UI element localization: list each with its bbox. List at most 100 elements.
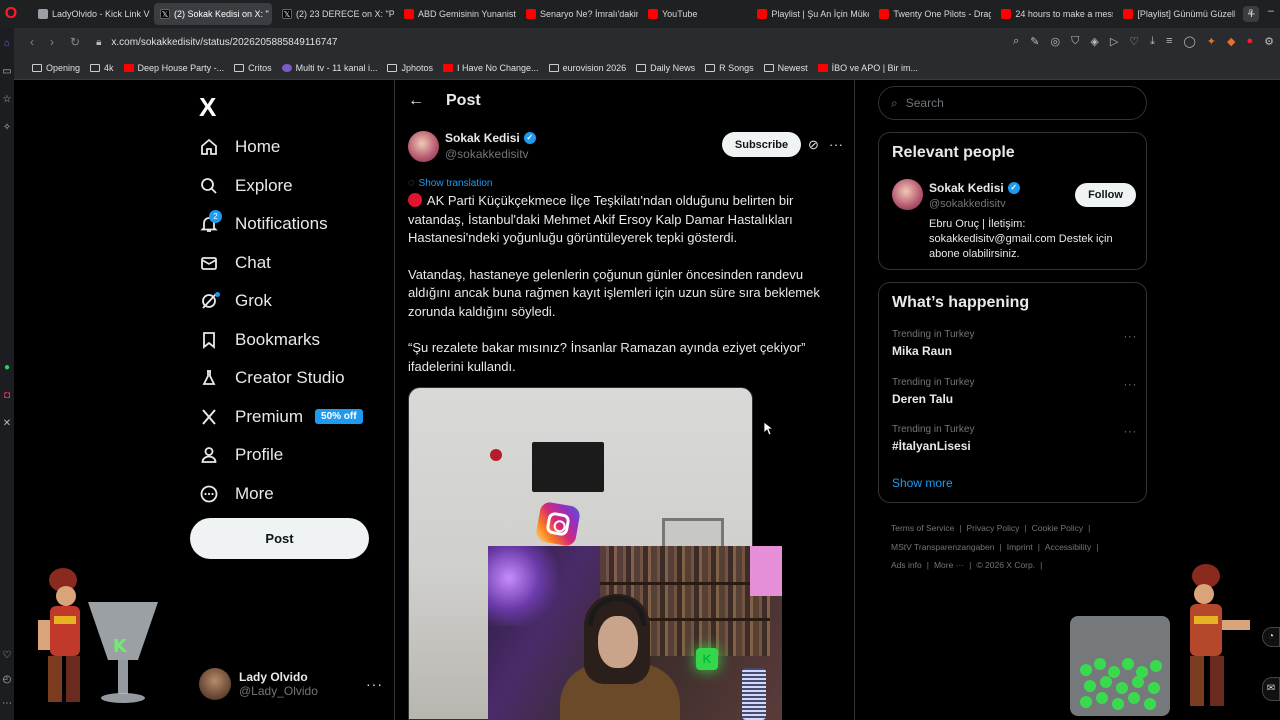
sidebar-item-label[interactable]: Bookmarks — [235, 330, 320, 350]
browser-tab[interactable]: YouTube — [642, 3, 703, 25]
back-icon[interactable]: ‹ — [30, 35, 34, 49]
post-button[interactable]: Post — [190, 518, 369, 559]
person-name-text[interactable]: Sokak Kedisi — [929, 181, 1004, 195]
home-icon[interactable]: ⌂ — [1, 38, 13, 50]
tab-search-icon[interactable]: ⌕ — [1248, 5, 1254, 18]
sidebar-item-notifications[interactable]: Notifications 2 — [199, 205, 363, 244]
history-icon[interactable]: ◴ — [1, 674, 13, 686]
search-box[interactable]: ⌕ — [878, 86, 1147, 120]
settings-icon[interactable]: ⚙ — [1264, 35, 1274, 48]
menu-icon[interactable]: ≡ — [1166, 35, 1172, 48]
brave-icon[interactable]: ◆ — [1227, 35, 1235, 48]
bookmark-item[interactable]: Multi tv - 11 kanal i... — [281, 63, 378, 73]
x-app-icon[interactable]: ✕ — [1, 418, 13, 430]
bookmark-label[interactable]: eurovision 2026 — [563, 63, 627, 73]
grok-icon[interactable]: ⊘ — [808, 137, 819, 153]
sidebar-item-label[interactable]: Creator Studio — [235, 368, 345, 388]
browser-tab-label[interactable]: LadyOlvido - Kick Link Vie — [52, 9, 150, 19]
bookmark-item[interactable]: Newest — [763, 63, 808, 73]
browser-tab-label[interactable]: YouTube — [662, 9, 697, 19]
camera-icon[interactable]: ◎ — [1051, 35, 1061, 48]
bookmark-item[interactable]: Jphotos — [387, 63, 433, 73]
follow-button[interactable]: Follow — [1075, 183, 1136, 207]
heart-icon[interactable]: ♡ — [1129, 35, 1139, 48]
browser-tab[interactable]: Senaryo Ne? İmralı'dakin — [520, 3, 638, 25]
opera-logo-icon[interactable]: O — [0, 0, 22, 28]
footer-link[interactable]: Ads info — [891, 560, 922, 570]
download-icon[interactable]: ⤓ — [1150, 35, 1155, 48]
author-name-text[interactable]: Sokak Kedisi — [445, 131, 520, 145]
author-handle[interactable]: @sokakkedisitv — [445, 147, 536, 161]
footer-link[interactable]: MStV Transparenzangaben — [891, 542, 994, 552]
footer-link[interactable]: © 2026 X Corp. — [976, 560, 1035, 570]
footer-link[interactable]: Privacy Policy — [967, 523, 1020, 533]
trend-item[interactable]: Trending in Turkey Mika Raun ··· — [892, 329, 1137, 358]
sidebar-item-label[interactable]: Home — [235, 137, 280, 157]
profile-icon[interactable]: ◯ — [1183, 35, 1195, 48]
footer-link[interactable]: Imprint — [1007, 542, 1033, 552]
bookmark-label[interactable]: Deep House Party -... — [138, 63, 225, 73]
forward-icon[interactable]: › — [50, 35, 54, 49]
footer-link[interactable]: Terms of Service — [891, 523, 954, 533]
browser-tab-label[interactable]: Senaryo Ne? İmralı'dakin — [540, 9, 638, 19]
instagram-icon[interactable]: ◘ — [1, 390, 13, 402]
more-icon[interactable]: ··· — [829, 137, 844, 152]
bookmark-item[interactable]: 4k — [90, 63, 114, 73]
back-arrow-icon[interactable]: ← — [408, 92, 424, 110]
browser-tab-label[interactable]: ABD Gemisinin Yunanista — [418, 9, 516, 19]
sidebar-item-more[interactable]: More — [199, 475, 363, 514]
trend-name[interactable]: Mika Raun — [892, 344, 1137, 358]
search-input[interactable] — [905, 96, 1106, 110]
shield-icon[interactable]: ⛉ — [1071, 35, 1079, 48]
heart-icon[interactable]: ♡ — [1, 650, 13, 662]
bookmark-label[interactable]: Daily News — [650, 63, 695, 73]
sidebar-item-grok[interactable]: Grok — [199, 282, 363, 321]
sidebar-item-home[interactable]: Home — [199, 128, 363, 167]
zoom-icon[interactable]: ⌕ — [1013, 35, 1019, 48]
author-name[interactable]: Sokak Kedisi ✓ — [445, 131, 536, 145]
browser-tab[interactable]: 24 hours to make a mess — [995, 3, 1113, 25]
browser-tab[interactable]: ABD Gemisinin Yunanista — [398, 3, 516, 25]
reload-icon[interactable]: ↻ — [70, 35, 80, 49]
sidebar-item-profile[interactable]: Profile — [199, 436, 363, 475]
trend-item[interactable]: Trending in Turkey Deren Talu ··· — [892, 377, 1137, 406]
puzzle-icon[interactable]: ✧ — [1, 122, 13, 134]
bookmark-label[interactable]: Critos — [248, 63, 272, 73]
account-more-icon[interactable]: ··· — [366, 676, 383, 692]
x-logo[interactable]: X — [199, 92, 216, 123]
bookmark-label[interactable]: R Songs — [719, 63, 754, 73]
bookmark-label[interactable]: Opening — [46, 63, 80, 73]
url-field[interactable]: 🔒︎ x.com/sokakkedisitv/status/2026205885… — [96, 37, 337, 48]
whatsapp-icon[interactable]: ● — [1, 362, 13, 374]
trend-more-icon[interactable]: ··· — [1124, 424, 1138, 438]
show-translation-link[interactable]: ◌ Show translation — [408, 177, 492, 189]
bookmark-label[interactable]: Multi tv - 11 kanal i... — [296, 63, 378, 73]
bookmark-label[interactable]: I Have No Change... — [457, 63, 539, 73]
bookmark-item[interactable]: eurovision 2026 — [548, 63, 627, 73]
avatar[interactable] — [408, 131, 439, 162]
star-icon[interactable]: ☆ — [1, 94, 13, 106]
minimize-icon[interactable]: – — [1268, 5, 1274, 18]
sidebar-item-chat[interactable]: Chat — [199, 244, 363, 283]
folder-icon[interactable]: ▭ — [1, 66, 13, 78]
edit-icon[interactable]: ✎ — [1030, 35, 1039, 48]
sidebar-item-premium[interactable]: Premium 50% off — [199, 398, 363, 437]
chat-bubble-icon[interactable]: ◔ — [1262, 627, 1280, 647]
bookmark-item[interactable]: Critos — [234, 63, 272, 73]
show-more-link[interactable]: Show more — [892, 476, 953, 490]
browser-tab-label[interactable]: 24 hours to make a mess — [1015, 9, 1113, 19]
sidebar-item-label[interactable]: Chat — [235, 253, 271, 273]
bookmark-item[interactable]: Deep House Party -... — [123, 63, 225, 73]
account-switcher[interactable]: Lady Olvido @Lady_Olvido — [199, 668, 318, 700]
sidebar-item-explore[interactable]: Explore — [199, 167, 363, 206]
sidebar-item-label[interactable]: Notifications — [235, 214, 328, 234]
sidebar-item-bookmarks[interactable]: Bookmarks — [199, 321, 363, 360]
bookmark-label[interactable]: 4k — [104, 63, 114, 73]
browser-tab[interactable]: Playlist | Şu An İçin Müke — [751, 3, 869, 25]
play-icon[interactable]: ▷ — [1110, 35, 1118, 48]
person-handle[interactable]: @sokakkedisitv — [929, 198, 1006, 210]
sidebar-item-label[interactable]: Profile — [235, 445, 283, 465]
bookmark-item[interactable]: Opening — [32, 63, 80, 73]
trend-name[interactable]: #İtalyanLisesi — [892, 439, 1137, 453]
browser-tab-label[interactable]: Playlist | Şu An İçin Müke — [771, 9, 869, 19]
